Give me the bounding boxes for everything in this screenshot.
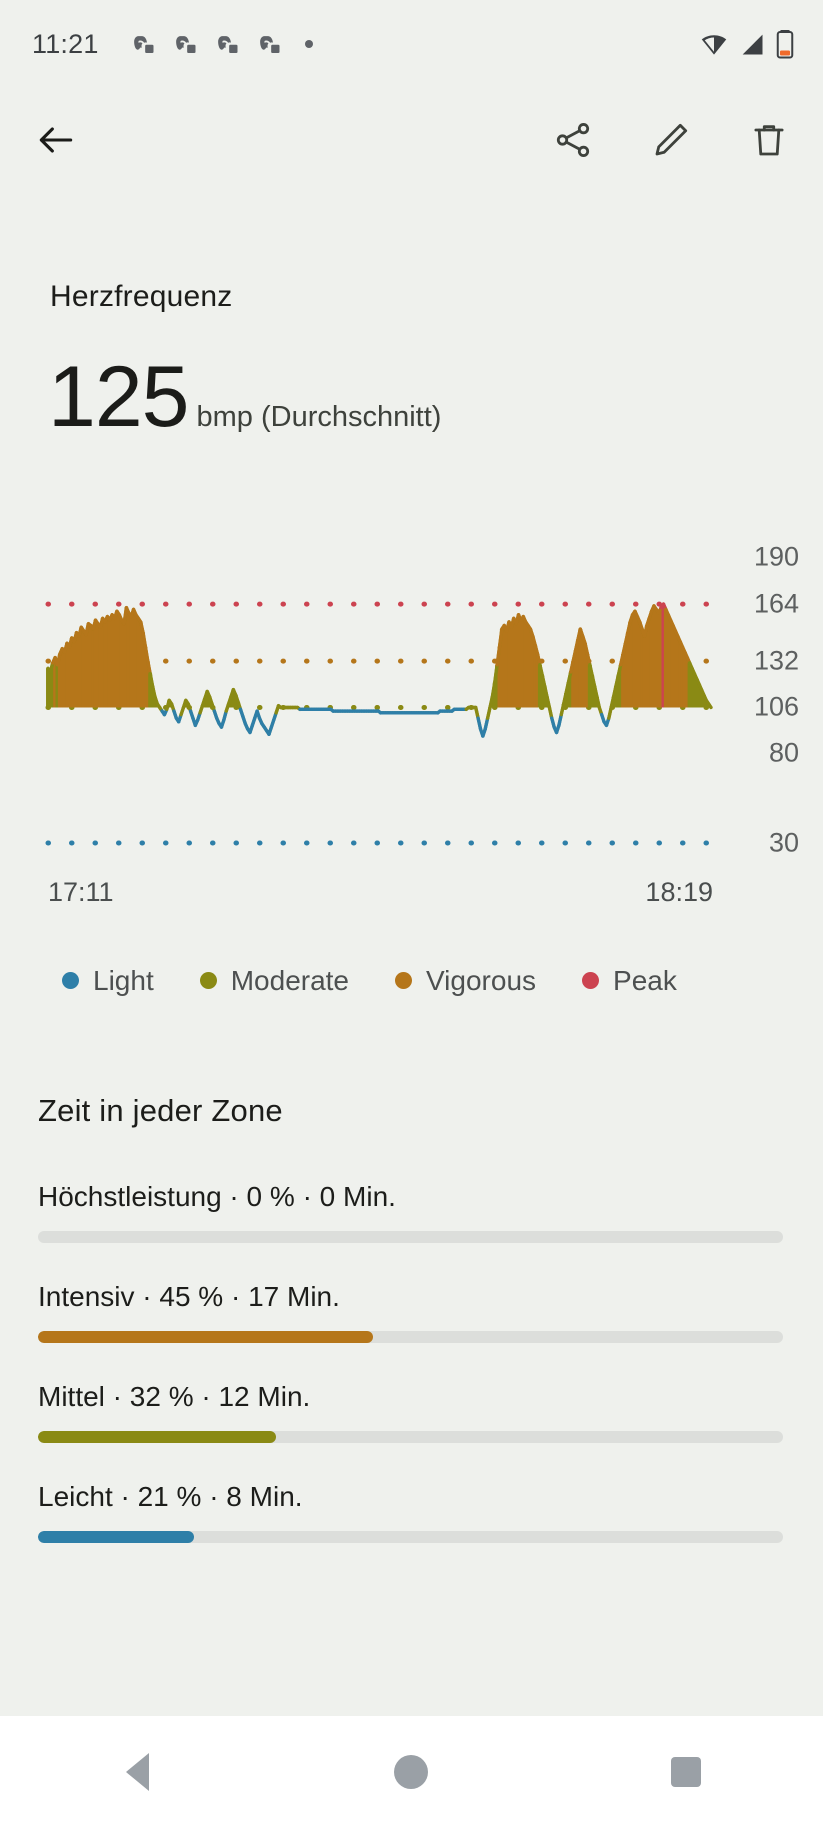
zone-vigorous-progress-fill <box>38 1330 374 1343</box>
zones-list: Höchstleistung · 0 % · 0 Min. Intensiv · … <box>0 1129 823 1543</box>
hr-trace-segment <box>143 644 150 663</box>
game-controller-icon <box>217 35 238 53</box>
battery-low-icon <box>776 30 794 59</box>
hr-trace-segment <box>493 662 499 684</box>
legend-dot-moderate-icon <box>199 972 217 990</box>
chart-legend: Light Moderate Vigorous Peak <box>0 913 823 997</box>
trash-icon <box>754 125 784 156</box>
app-bar <box>0 88 823 192</box>
legend-label: Light <box>93 964 154 996</box>
zone-moderate-row: Mittel · 32 % · 12 Min. <box>38 1381 783 1443</box>
nav-back-button[interactable] <box>113 1748 161 1796</box>
y-axis-tick-80: 80 <box>768 737 799 768</box>
chart-x-axis-labels: 17:11 18:19 <box>0 877 823 917</box>
legend-label: Vigorous <box>426 964 537 996</box>
y-axis-tick-106: 106 <box>753 691 799 722</box>
share-button[interactable] <box>549 116 597 164</box>
average-value: 125 <box>48 349 189 445</box>
triangle-back-icon <box>125 1753 149 1791</box>
wifi-icon <box>701 35 727 55</box>
hr-trace-segment <box>497 626 504 649</box>
game-controller-icon <box>259 35 280 53</box>
edit-button[interactable] <box>647 116 695 164</box>
delete-button[interactable] <box>745 116 793 164</box>
hr-trace-segment <box>148 671 155 688</box>
legend-item-peak: Peak <box>582 965 677 997</box>
app-screen: 11:21 Herzfrequenz 125 bmp (Durchschnitt… <box>0 0 823 1828</box>
overflow-dot-icon <box>304 40 313 48</box>
y-axis-tick-190: 190 <box>753 541 799 572</box>
zone-peak-label: Höchstleistung · 0 % · 0 Min. <box>38 1180 396 1212</box>
zone-vigorous-label: Intensiv · 45 % · 17 Min. <box>38 1280 340 1312</box>
back-button[interactable] <box>32 116 80 164</box>
system-status-icons <box>699 29 795 59</box>
hr-trace-segment <box>706 701 713 709</box>
hr-trace-segment <box>490 680 497 699</box>
cellular-signal-icon <box>742 34 763 55</box>
notification-icons <box>131 32 313 57</box>
legend-item-vigorous: Vigorous <box>395 965 536 997</box>
heart-rate-chart[interactable]: 190 164 132 106 80 30 17:11 18:19 <box>0 513 823 913</box>
status-time: 11:21 <box>32 28 99 59</box>
legend-item-light: Light <box>62 965 154 997</box>
zone-vigorous-progress-track <box>38 1330 783 1343</box>
legend-item-moderate: Moderate <box>199 964 350 997</box>
zone-peak-row: Höchstleistung · 0 % · 0 Min. <box>38 1181 783 1243</box>
x-axis-start-label: 17:11 <box>48 876 114 907</box>
heart-rate-chart-svg <box>45 601 728 846</box>
zone-light-label: Leicht · 21 % · 8 Min. <box>38 1480 303 1512</box>
hr-trace-segment <box>495 644 502 666</box>
zone-light-progress-track <box>38 1530 783 1543</box>
zone-light-progress-fill <box>38 1530 195 1543</box>
system-nav-bar <box>0 1716 823 1828</box>
zones-section-title: Zeit in jeder Zone <box>38 1092 283 1128</box>
zone-light-row: Leicht · 21 % · 8 Min. <box>38 1481 783 1543</box>
game-controller-icon <box>175 35 196 53</box>
legend-dot-vigorous-icon <box>395 972 413 990</box>
legend-dot-peak-icon <box>582 972 600 990</box>
average-heart-rate: 125 bmp (Durchschnitt) <box>0 314 823 445</box>
y-axis-tick-132: 132 <box>753 645 799 676</box>
chart-y-axis-labels: 190 164 132 106 80 30 <box>721 513 799 913</box>
page-title: Herzfrequenz <box>50 280 233 313</box>
hr-trace-segment <box>141 630 148 649</box>
pencil-icon <box>655 123 688 156</box>
average-unit: bmp (Durchschnitt) <box>196 401 442 433</box>
arrow-left-icon <box>39 127 73 153</box>
y-axis-tick-164: 164 <box>753 588 799 619</box>
circle-home-icon <box>394 1755 429 1789</box>
nav-home-button[interactable] <box>387 1748 435 1796</box>
nav-recents-button[interactable] <box>662 1748 710 1796</box>
zone-moderate-progress-fill <box>38 1430 277 1443</box>
main-content: Herzfrequenz 125 bmp (Durchschnitt) 190 1… <box>0 192 823 1716</box>
zone-moderate-label: Mittel · 32 % · 12 Min. <box>38 1380 311 1412</box>
game-controller-icon <box>133 35 154 53</box>
status-bar: 11:21 <box>0 0 823 88</box>
y-axis-tick-30: 30 <box>768 827 799 858</box>
hr-trace-segment <box>146 658 152 675</box>
legend-dot-light-icon <box>62 972 79 990</box>
legend-label: Peak <box>613 964 677 996</box>
legend-label: Moderate <box>230 964 350 996</box>
zone-moderate-progress-track <box>38 1430 783 1443</box>
zone-peak-progress-track <box>38 1230 783 1243</box>
x-axis-end-label: 18:19 <box>645 876 713 907</box>
share-icon <box>556 123 590 157</box>
zone-vigorous-row: Intensiv · 45 % · 17 Min. <box>38 1281 783 1343</box>
square-recents-icon <box>670 1757 701 1787</box>
